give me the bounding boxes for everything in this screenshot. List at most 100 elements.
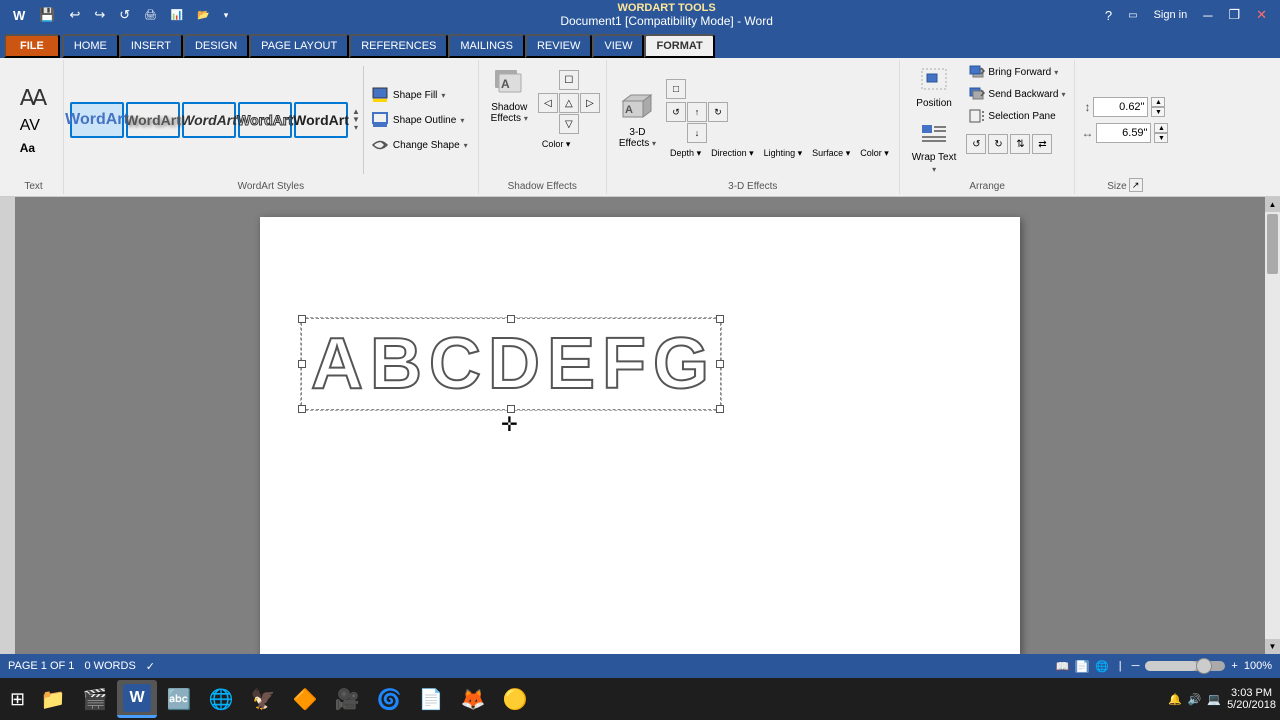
width-input[interactable] bbox=[1096, 123, 1151, 143]
ribbon-display-btn[interactable]: ▭ bbox=[1123, 8, 1142, 23]
tilt-left-btn[interactable]: ↺ bbox=[666, 102, 686, 122]
lighting-btn[interactable]: Lighting ▾ bbox=[760, 146, 807, 161]
rotate-right-btn[interactable]: ↻ bbox=[988, 134, 1008, 154]
height-up-btn[interactable]: ▲ bbox=[1151, 97, 1165, 107]
taskbar-vlc[interactable]: 🔶 bbox=[285, 680, 325, 718]
zoom-thumb[interactable] bbox=[1196, 658, 1212, 674]
flip-vertical-btn[interactable]: ⇅ bbox=[1010, 134, 1030, 154]
start-btn[interactable]: ⊞ bbox=[4, 680, 31, 718]
open-btn[interactable]: 📂 bbox=[192, 8, 214, 23]
zoom-in-btn[interactable]: + bbox=[1231, 660, 1237, 672]
tab-design[interactable]: DESIGN bbox=[183, 34, 249, 58]
even-height-btn[interactable]: Aa bbox=[18, 139, 50, 157]
shadow-color-btn[interactable]: Color ▾ bbox=[538, 137, 600, 152]
scroll-up-btn[interactable]: ▲ bbox=[1265, 197, 1280, 212]
taskbar-word[interactable]: W bbox=[117, 680, 157, 718]
size-dialog-launcher[interactable]: ↗ bbox=[1129, 178, 1143, 192]
scroll-thumb[interactable] bbox=[1267, 214, 1278, 274]
threed-color-btn[interactable]: Color ▾ bbox=[856, 146, 893, 161]
shadow-effects-btn[interactable]: A Shadow Effects ▾ bbox=[485, 62, 534, 128]
nudge-shadow-down-btn[interactable]: ▽ bbox=[559, 114, 579, 134]
tilt-up-btn[interactable]: ↑ bbox=[687, 102, 707, 122]
tab-review[interactable]: REVIEW bbox=[525, 34, 592, 58]
restore-btn[interactable]: ❐ bbox=[1223, 5, 1245, 25]
wordart-styles-more[interactable]: ▾ bbox=[352, 124, 360, 132]
taskbar-firefox[interactable]: 🦊 bbox=[453, 680, 493, 718]
zoom-slider[interactable] bbox=[1145, 661, 1225, 671]
shape-fill-btn[interactable]: Shape Fill ▾ bbox=[367, 84, 472, 106]
spacing-btn[interactable]: AV bbox=[18, 115, 50, 137]
vertical-scrollbar[interactable]: ▲ ▼ bbox=[1265, 197, 1280, 654]
taskbar-pdf[interactable]: 📄 bbox=[411, 680, 451, 718]
close-btn[interactable]: ✕ bbox=[1251, 5, 1272, 25]
edit-text-btn[interactable]: Ꜳ bbox=[18, 83, 50, 113]
height-down-btn[interactable]: ▼ bbox=[1151, 107, 1165, 117]
tab-mailings[interactable]: MAILINGS bbox=[448, 34, 525, 58]
proofing-btn[interactable]: ✓ bbox=[146, 660, 155, 673]
tab-page-layout[interactable]: PAGE LAYOUT bbox=[249, 34, 349, 58]
read-mode-btn[interactable]: 📖 bbox=[1056, 660, 1070, 673]
tab-insert[interactable]: INSERT bbox=[119, 34, 183, 58]
wordart-style-2[interactable]: WordArt bbox=[126, 102, 180, 138]
send-backward-btn[interactable]: Send Backward ▾ bbox=[966, 84, 1068, 104]
nudge-shadow-left-btn[interactable]: ◁ bbox=[538, 93, 558, 113]
flip-horizontal-btn[interactable]: ⇄ bbox=[1032, 134, 1052, 154]
wrap-text-icon bbox=[919, 120, 949, 150]
taskbar-chrome[interactable]: 🌐 bbox=[201, 680, 241, 718]
nudge-shadow-right-btn[interactable]: ▷ bbox=[580, 93, 600, 113]
selection-pane-btn[interactable]: Selection Pane bbox=[966, 106, 1068, 126]
undo-btn[interactable]: ↩ bbox=[64, 5, 85, 25]
taskbar-browser2[interactable]: 🌀 bbox=[369, 680, 409, 718]
wordart-object[interactable]: A B C D E F G ✛ bbox=[300, 317, 722, 411]
help-btn[interactable]: ? bbox=[1100, 6, 1117, 25]
depth-btn[interactable]: Depth ▾ bbox=[666, 146, 705, 161]
tab-home[interactable]: HOME bbox=[62, 34, 119, 58]
print-layout-btn[interactable]: 📄 bbox=[1075, 660, 1089, 673]
nudge-shadow-up-btn[interactable]: △ bbox=[559, 93, 579, 113]
wrap-text-btn[interactable]: Wrap Text ▾ bbox=[906, 116, 963, 178]
wordart-style-5[interactable]: WordArt bbox=[294, 102, 348, 138]
taskbar-file-explorer[interactable]: 📁 bbox=[33, 680, 73, 718]
customize-qa-btn[interactable]: ▾ bbox=[219, 8, 234, 23]
taskbar-movie-maker[interactable]: 🎥 bbox=[327, 680, 367, 718]
change-shape-btn[interactable]: Change Shape ▾ bbox=[367, 134, 472, 156]
tab-view[interactable]: VIEW bbox=[592, 34, 644, 58]
taskbar-app5[interactable]: 🦅 bbox=[243, 680, 283, 718]
change-shape-icon bbox=[371, 136, 389, 154]
width-down-btn[interactable]: ▼ bbox=[1154, 133, 1168, 143]
threed-on-off-btn[interactable]: □ bbox=[666, 79, 686, 99]
shape-outline-btn[interactable]: Shape Outline ▾ bbox=[367, 109, 472, 131]
wordart-style-1[interactable]: WordArt bbox=[70, 102, 124, 138]
web-layout-btn[interactable]: 🌐 bbox=[1095, 660, 1109, 673]
save-btn[interactable]: 💾 bbox=[34, 5, 60, 25]
rotate-left-btn[interactable]: ↺ bbox=[966, 134, 986, 154]
direction-btn[interactable]: Direction ▾ bbox=[707, 146, 758, 161]
taskbar-char-map[interactable]: 🔤 bbox=[159, 680, 199, 718]
wordart-style-3[interactable]: WordArt bbox=[182, 102, 236, 138]
scroll-down-btn[interactable]: ▼ bbox=[1265, 639, 1280, 654]
tilt-right-btn[interactable]: ↻ bbox=[708, 102, 728, 122]
zoom-out-btn[interactable]: ─ bbox=[1132, 660, 1140, 672]
tilt-down-btn[interactable]: ↓ bbox=[687, 123, 707, 143]
tab-file[interactable]: FILE bbox=[4, 34, 60, 58]
minimize-btn[interactable]: ─ bbox=[1198, 6, 1217, 25]
scroll-track[interactable] bbox=[1265, 212, 1280, 639]
surface-btn[interactable]: Surface ▾ bbox=[808, 146, 854, 161]
repeat-btn[interactable]: ↺ bbox=[114, 5, 135, 25]
bring-forward-btn[interactable]: Bring Forward ▾ bbox=[966, 62, 1068, 82]
sign-in-btn[interactable]: Sign in bbox=[1149, 7, 1193, 23]
threed-effects-btn[interactable]: A 3-D Effects ▾ bbox=[613, 87, 662, 153]
tab-references[interactable]: REFERENCES bbox=[349, 34, 448, 58]
shape-fill-icon bbox=[371, 86, 389, 104]
height-input[interactable] bbox=[1093, 97, 1148, 117]
quick-print-btn[interactable]: 📊 bbox=[166, 8, 188, 23]
shadow-on-off-btn[interactable]: ☐ bbox=[559, 70, 579, 90]
redo-btn[interactable]: ↪ bbox=[89, 5, 110, 25]
wordart-style-4[interactable]: WordArt bbox=[238, 102, 292, 138]
taskbar-app11[interactable]: 🟡 bbox=[495, 680, 535, 718]
width-up-btn[interactable]: ▲ bbox=[1154, 123, 1168, 133]
position-btn[interactable]: Position bbox=[910, 62, 958, 113]
taskbar-media-player[interactable]: 🎬 bbox=[75, 680, 115, 718]
tab-format[interactable]: FORMAT bbox=[644, 34, 714, 58]
print-preview-btn[interactable]: 🖨 bbox=[139, 8, 162, 23]
